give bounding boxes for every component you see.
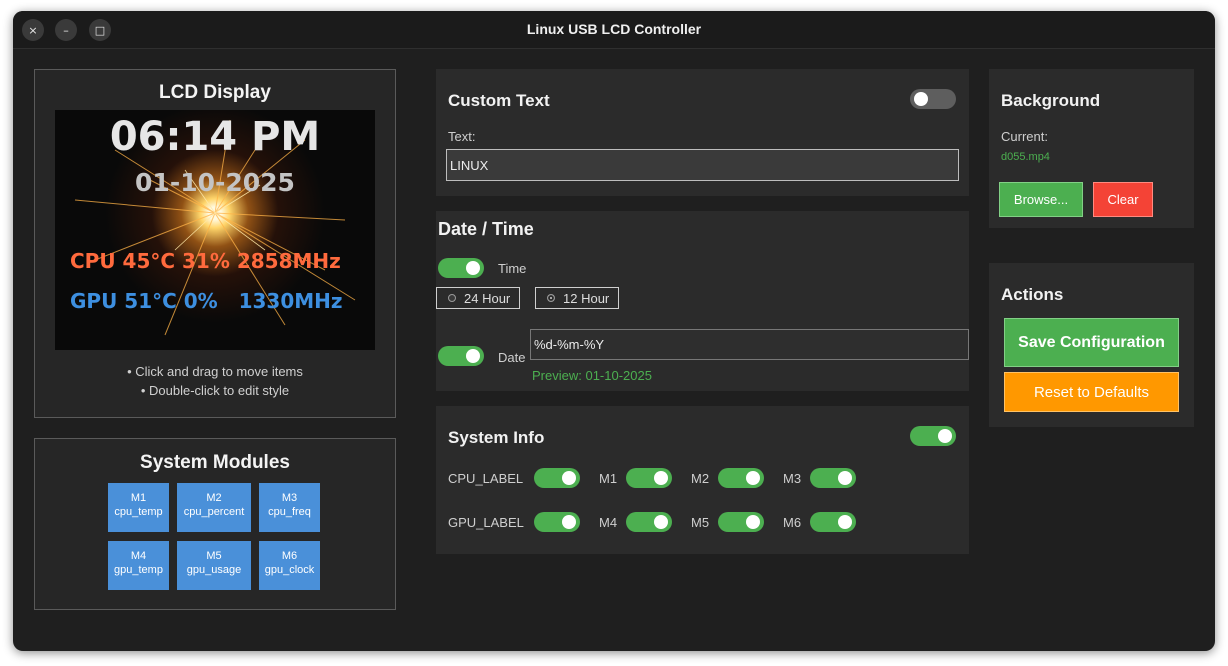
module-id: M6 xyxy=(281,550,298,562)
radio-12-hour-label: 12 Hour xyxy=(563,290,610,306)
lcd-date[interactable]: 01-10-2025 xyxy=(55,168,375,197)
actions-title: Actions xyxy=(1001,285,1064,304)
gpu-label-toggle[interactable] xyxy=(534,512,580,532)
m3-label: M3 xyxy=(783,471,802,486)
m6-label: M6 xyxy=(783,515,802,530)
module-name: gpu_usage xyxy=(186,564,242,576)
m1-label: M1 xyxy=(599,471,618,486)
radio-12-hour[interactable]: 12 Hour xyxy=(535,287,619,309)
radio-checked-icon xyxy=(547,294,555,302)
system-info-title: System Info xyxy=(448,428,545,447)
lcd-gpu-line[interactable]: GPU 51°C 0% 1330MHz xyxy=(70,289,343,313)
module-name: gpu_clock xyxy=(264,564,315,576)
datetime-panel: Date / Time Time 24 Hour 12 Hour Date %d… xyxy=(436,211,969,391)
date-preview: Preview: 01-10-2025 xyxy=(532,368,652,383)
custom-text-toggle[interactable] xyxy=(910,89,956,109)
text-field-label: Text: xyxy=(448,129,476,144)
date-toggle[interactable] xyxy=(438,346,484,366)
lcd-cpu-line[interactable]: CPU 45°C 31% 2858MHz xyxy=(70,249,341,273)
app-window: × – □ Linux USB LCD Controller LCD Displ… xyxy=(13,11,1215,651)
m4-label: M4 xyxy=(599,515,618,530)
module-id: M4 xyxy=(130,550,147,562)
modules-panel-title: System Modules xyxy=(140,452,290,473)
lcd-panel-title: LCD Display xyxy=(159,82,271,103)
background-panel: Background Current: d055.mp4 Browse... C… xyxy=(989,69,1194,228)
module-name: cpu_freq xyxy=(268,506,311,518)
browse-button[interactable]: Browse... xyxy=(999,182,1083,217)
radio-unchecked-icon xyxy=(448,294,456,302)
module-tile[interactable]: M2 cpu_percent xyxy=(177,483,251,532)
module-name: gpu_temp xyxy=(114,564,163,576)
module-tile[interactable]: M3 cpu_freq xyxy=(259,483,320,532)
title-bar: × – □ Linux USB LCD Controller xyxy=(13,11,1215,49)
radio-24-hour-label: 24 Hour xyxy=(464,290,511,306)
hint-double-click: • Double-click to edit style xyxy=(140,383,290,398)
current-label: Current: xyxy=(1001,129,1048,144)
cpu-label-toggle[interactable] xyxy=(534,468,580,488)
custom-text-panel: Custom Text Text: LINUX xyxy=(436,69,969,196)
module-id: M1 xyxy=(130,492,147,504)
system-info-toggle[interactable] xyxy=(910,426,956,446)
lcd-preview[interactable]: 06:14 PM 01-10-2025 CPU 45°C 31% 2858MHz… xyxy=(55,110,375,350)
m6-toggle[interactable] xyxy=(810,512,856,532)
m2-label: M2 xyxy=(691,471,710,486)
cpu-row-label: CPU_LABEL xyxy=(448,471,524,486)
actions-panel: Actions Save Configuration Reset to Defa… xyxy=(989,263,1194,427)
gpu-row-label: GPU_LABEL xyxy=(448,515,524,530)
lcd-display-panel: LCD Display 06:14 PM 01-10-2025 CPU 45°C… xyxy=(34,69,396,418)
module-tile[interactable]: M4 gpu_temp xyxy=(108,541,169,590)
datetime-title: Date / Time xyxy=(438,219,534,239)
module-id: M2 xyxy=(206,492,222,504)
time-label: Time xyxy=(498,261,527,276)
time-toggle[interactable] xyxy=(438,258,484,278)
lcd-time[interactable]: 06:14 PM xyxy=(55,114,375,160)
module-tile[interactable]: M6 gpu_clock xyxy=(259,541,320,590)
background-title: Background xyxy=(1001,91,1101,110)
custom-text-title: Custom Text xyxy=(448,91,550,110)
hint-drag: • Click and drag to move items xyxy=(127,364,303,379)
window-title: Linux USB LCD Controller xyxy=(526,21,702,37)
m5-label: M5 xyxy=(691,515,710,530)
module-id: M5 xyxy=(206,550,222,562)
system-modules-panel: System Modules M1 cpu_temp M2 cpu_percen… xyxy=(34,438,396,610)
module-tile[interactable]: M1 cpu_temp xyxy=(108,483,169,532)
system-info-panel: System Info CPU_LABEL M1 M2 M3 GPU_LABEL… xyxy=(436,406,969,554)
m3-toggle[interactable] xyxy=(810,468,856,488)
module-tile[interactable]: M5 gpu_usage xyxy=(177,541,251,590)
reset-defaults-button[interactable]: Reset to Defaults xyxy=(1004,372,1179,412)
radio-24-hour[interactable]: 24 Hour xyxy=(436,287,520,309)
module-name: cpu_percent xyxy=(183,506,245,518)
m4-toggle[interactable] xyxy=(626,512,672,532)
clear-button[interactable]: Clear xyxy=(1093,182,1153,217)
date-label: Date xyxy=(498,350,526,365)
current-file: d055.mp4 xyxy=(1001,151,1050,163)
m5-toggle[interactable] xyxy=(718,512,764,532)
custom-text-input[interactable]: LINUX xyxy=(446,149,959,181)
m1-toggle[interactable] xyxy=(626,468,672,488)
save-configuration-button[interactable]: Save Configuration xyxy=(1004,318,1179,367)
module-id: M3 xyxy=(281,492,298,504)
m2-toggle[interactable] xyxy=(718,468,764,488)
module-name: cpu_temp xyxy=(114,506,163,518)
date-format-input[interactable]: %d-%m-%Y xyxy=(530,329,969,360)
